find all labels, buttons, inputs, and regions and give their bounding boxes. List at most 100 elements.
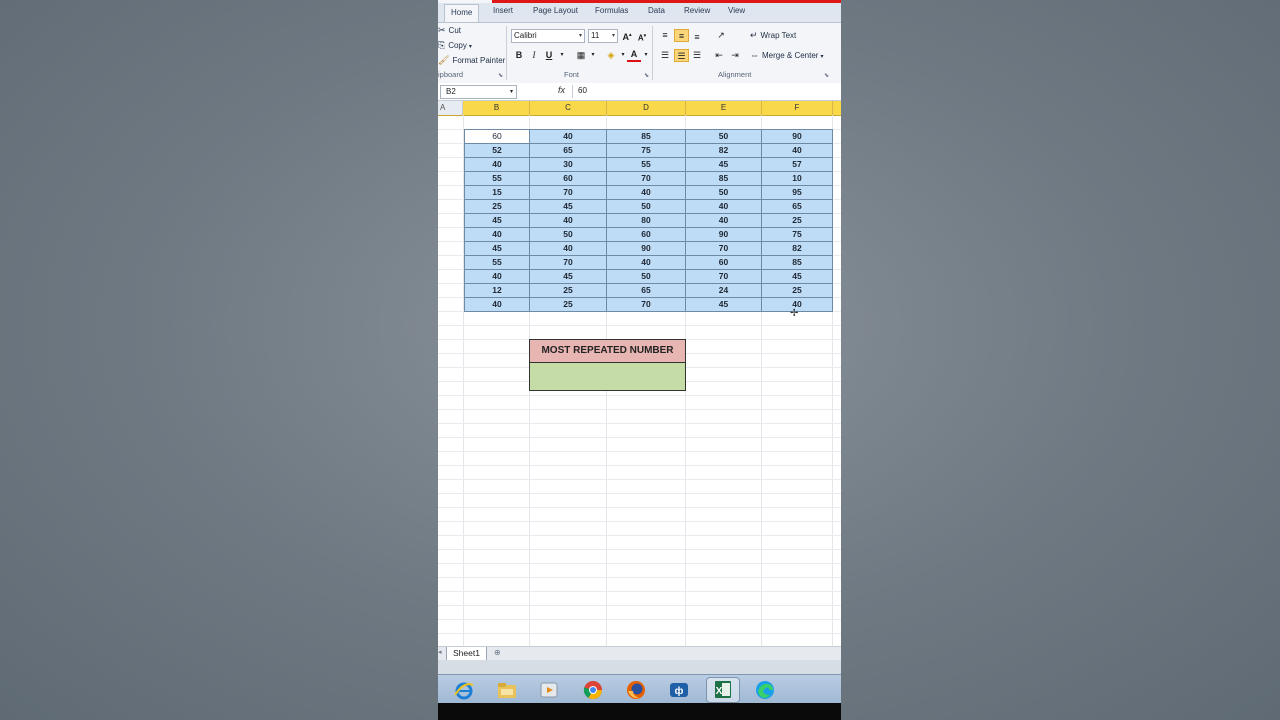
firefox-icon[interactable] [625,679,647,701]
grow-font-button[interactable]: A▴ [620,29,634,42]
table-cell[interactable]: 25 [761,283,833,298]
media-player-icon[interactable] [538,679,560,701]
table-cell[interactable]: 40 [685,213,762,228]
table-cell[interactable]: 25 [761,213,833,228]
column-header-e[interactable]: E [686,101,762,115]
align-center-icon[interactable]: ☰ [674,49,689,62]
table-cell[interactable]: 24 [685,283,762,298]
table-cell[interactable]: 57 [761,157,833,172]
table-cell[interactable]: 15 [464,185,530,200]
column-header-f[interactable]: F [762,101,833,115]
font-size-combo[interactable]: 11 ▾ [588,29,618,43]
table-cell[interactable]: 40 [761,143,833,158]
table-cell[interactable]: 40 [685,199,762,214]
chevron-down-icon[interactable]: ▾ [639,49,653,61]
edge-icon[interactable] [754,679,776,701]
table-cell[interactable]: 50 [685,185,762,200]
table-cell[interactable]: 40 [606,185,686,200]
tab-home[interactable]: Home [444,4,480,22]
sheet-scroll-icon[interactable]: ◂ [438,648,442,656]
table-cell[interactable]: 80 [606,213,686,228]
table-cell[interactable]: 95 [761,185,833,200]
tab-review[interactable]: Review [684,6,710,15]
align-top-icon[interactable]: ≡ [658,29,672,41]
table-cell[interactable]: 65 [529,143,607,158]
table-cell[interactable]: 82 [685,143,762,158]
table-cell[interactable]: 85 [685,171,762,186]
table-cell[interactable]: 25 [529,283,607,298]
tab-data[interactable]: Data [648,6,665,15]
table-cell[interactable]: 45 [685,157,762,172]
table-cell[interactable]: 45 [529,199,607,214]
column-header-c[interactable]: C [530,101,607,115]
copy-button[interactable]: ⎘ Copy ▾ [438,40,472,51]
align-left-icon[interactable]: ☰ [658,49,672,61]
worksheet-grid[interactable]: A B C D E F 60 40 85 50 90 52 65 75 82 40 40 30 55 45… [438,101,841,646]
table-cell[interactable]: 40 [529,129,607,144]
clipboard-launcher-icon[interactable]: ⬊ [498,72,503,79]
bold-button[interactable]: B [512,49,526,61]
table-cell[interactable]: 45 [761,269,833,284]
table-cell[interactable]: 30 [529,157,607,172]
table-cell[interactable]: 60 [464,129,530,144]
tab-formulas[interactable]: Formulas [595,6,628,15]
new-sheet-icon[interactable]: ⊕ [494,648,501,657]
table-cell[interactable]: 65 [606,283,686,298]
table-cell[interactable]: 40 [529,241,607,256]
table-cell[interactable]: 40 [464,297,530,312]
merge-center-button[interactable]: ⇔ Merge & Center ▾ [750,50,823,60]
table-cell[interactable]: 40 [606,255,686,270]
table-cell[interactable]: 60 [529,171,607,186]
table-cell[interactable]: 25 [529,297,607,312]
wrap-text-button[interactable]: ↵ Wrap Text [750,30,796,41]
table-cell[interactable]: 82 [761,241,833,256]
table-cell[interactable]: 55 [464,255,530,270]
table-cell[interactable]: 25 [464,199,530,214]
tab-insert[interactable]: Insert [493,6,513,15]
table-cell[interactable]: 90 [761,129,833,144]
column-header-b[interactable]: B [464,101,530,115]
table-cell[interactable]: 50 [606,199,686,214]
table-cell[interactable]: 90 [685,227,762,242]
table-cell[interactable]: 70 [685,241,762,256]
table-cell[interactable]: 50 [685,129,762,144]
table-cell[interactable]: 85 [761,255,833,270]
align-middle-icon[interactable]: ≡ [674,29,689,42]
column-header-a[interactable]: A [438,101,463,115]
internet-explorer-icon[interactable] [453,679,475,701]
table-cell[interactable]: 75 [761,227,833,242]
table-cell[interactable]: 50 [606,269,686,284]
table-cell[interactable]: 60 [606,227,686,242]
orientation-icon[interactable]: ↗ [714,29,728,41]
table-cell[interactable]: 90 [606,241,686,256]
table-cell[interactable]: 70 [606,171,686,186]
table-cell[interactable]: 50 [529,227,607,242]
sheet-tab-sheet1[interactable]: Sheet1 [446,647,487,661]
name-box[interactable]: B2 ▾ [440,85,517,99]
chevron-down-icon[interactable]: ▾ [555,49,569,61]
column-header-d[interactable]: D [607,101,686,115]
table-cell[interactable]: 45 [464,213,530,228]
decrease-indent-icon[interactable]: ⇤ [712,49,726,61]
font-launcher-icon[interactable]: ⬊ [644,72,649,79]
alignment-launcher-icon[interactable]: ⬊ [824,72,829,79]
underline-button[interactable]: U [542,49,556,61]
cut-button[interactable]: ✂ Cut [438,25,461,36]
formula-input[interactable]: 60 [578,86,587,95]
table-cell[interactable]: 75 [606,143,686,158]
table-cell[interactable]: 70 [529,255,607,270]
table-cell[interactable]: 40 [529,213,607,228]
table-cell[interactable]: 12 [464,283,530,298]
table-cell[interactable]: 60 [685,255,762,270]
increase-indent-icon[interactable]: ⇥ [728,49,742,61]
table-cell[interactable]: 10 [761,171,833,186]
shrink-font-button[interactable]: A▾ [635,30,649,43]
table-cell[interactable]: 70 [685,269,762,284]
chevron-down-icon[interactable]: ▾ [586,49,600,61]
table-cell[interactable]: 55 [606,157,686,172]
table-cell[interactable]: 45 [685,297,762,312]
italic-button[interactable]: I [527,49,541,61]
format-painter-button[interactable]: 🖌 Format Painter [438,55,505,66]
table-cell[interactable]: 70 [606,297,686,312]
font-name-combo[interactable]: Calibri ▾ [511,29,585,43]
